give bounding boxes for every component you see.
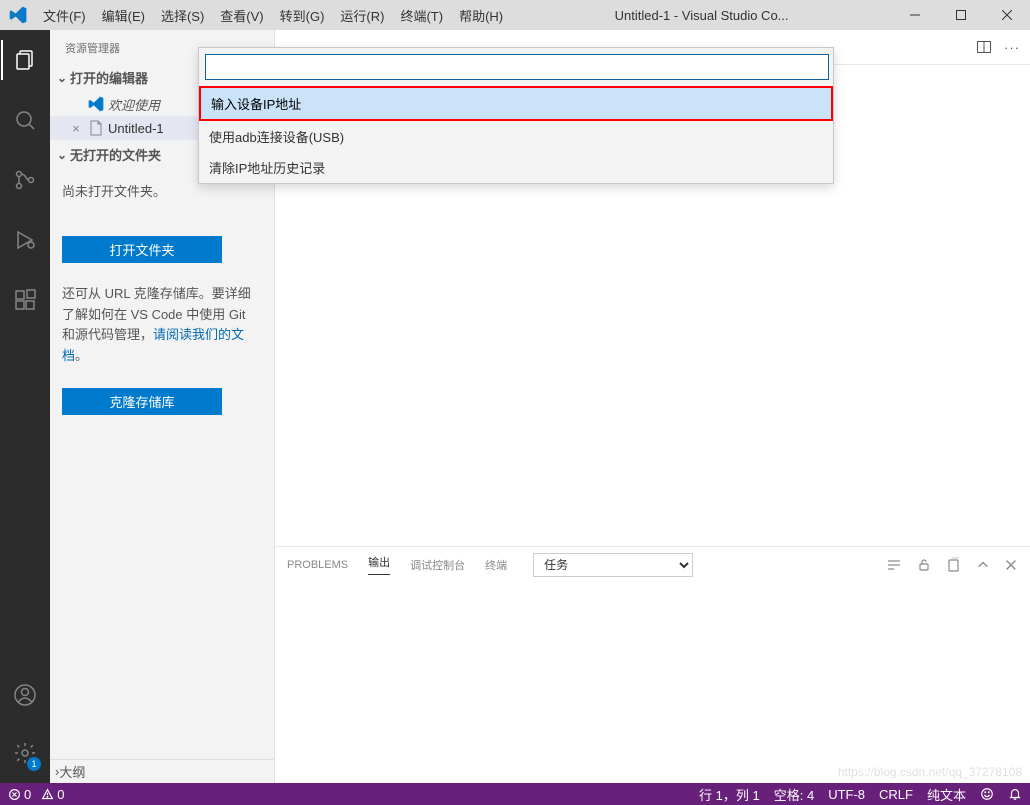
panel-tab-output[interactable]: 输出 — [368, 554, 390, 575]
status-lang[interactable]: 纯文本 — [927, 785, 966, 804]
watermark: https://blog.csdn.net/qq_37278108 — [838, 765, 1022, 779]
open-editors-label: 打开的编辑器 — [70, 68, 148, 87]
bell-icon[interactable] — [1008, 787, 1022, 801]
status-spaces[interactable]: 空格: 4 — [774, 785, 814, 804]
warnings-count: 0 — [57, 787, 64, 802]
close-button[interactable] — [984, 0, 1030, 30]
editor-label: Untitled-1 — [108, 121, 164, 136]
clone-text-post: 。 — [75, 348, 88, 363]
chevron-down-icon: ⌄ — [54, 148, 70, 162]
activity-accounts[interactable] — [1, 675, 49, 715]
lock-icon[interactable] — [916, 557, 932, 573]
palette-list: 输入设备IP地址 使用adb连接设备(USB) 清除IP地址历史记录 — [199, 86, 833, 183]
errors-count: 0 — [24, 787, 31, 802]
activity-explorer[interactable] — [1, 40, 49, 80]
feedback-icon[interactable] — [980, 787, 994, 801]
chevron-up-icon[interactable] — [976, 558, 990, 572]
close-icon[interactable]: × — [68, 121, 84, 136]
output-channel-select[interactable]: 任务 — [533, 553, 693, 577]
more-icon[interactable]: ··· — [1004, 40, 1020, 55]
editor-label: 欢迎使用 — [108, 95, 160, 114]
outline-header[interactable]: › 大纲 — [50, 759, 274, 783]
panel-tabs: PROBLEMS 输出 调试控制台 终端 任务 — [275, 547, 1030, 582]
menu-view[interactable]: 查看(V) — [212, 0, 271, 30]
activity-extensions[interactable] — [1, 280, 49, 320]
palette-input[interactable] — [205, 54, 829, 80]
minimize-button[interactable] — [892, 0, 938, 30]
window-controls — [892, 0, 1030, 30]
status-ln-col[interactable]: 行 1，列 1 — [699, 785, 760, 804]
clear-icon[interactable] — [946, 557, 962, 573]
outline-label: 大纲 — [59, 762, 85, 781]
chevron-down-icon: ⌄ — [54, 71, 70, 85]
palette-item-input-ip[interactable]: 输入设备IP地址 — [199, 86, 833, 121]
panel-tab-debug[interactable]: 调试控制台 — [410, 557, 465, 573]
panel-tab-problems[interactable]: PROBLEMS — [287, 559, 348, 571]
activity-search[interactable] — [1, 100, 49, 140]
vscode-file-icon — [88, 96, 104, 112]
titlebar: 文件(F) 编辑(E) 选择(S) 查看(V) 转到(G) 运行(R) 终端(T… — [0, 0, 1030, 30]
panel-body[interactable]: https://blog.csdn.net/qq_37278108 — [275, 582, 1030, 783]
open-folder-button[interactable]: 打开文件夹 — [62, 236, 222, 263]
palette-item-clear-history[interactable]: 清除IP地址历史记录 — [199, 152, 833, 183]
panel-tab-terminal[interactable]: 终端 — [485, 557, 507, 573]
no-folder-label: 无打开的文件夹 — [70, 145, 161, 164]
close-panel-icon[interactable] — [1004, 558, 1018, 572]
clone-info: 还可从 URL 克隆存储库。要详细了解如何在 VS Code 中使用 Git 和… — [50, 269, 274, 382]
menu-help[interactable]: 帮助(H) — [451, 0, 511, 30]
activitybar: 1 — [0, 30, 50, 783]
no-folder-text: 尚未打开文件夹。 — [62, 182, 262, 203]
menu-edit[interactable]: 编辑(E) — [94, 0, 153, 30]
file-icon — [88, 120, 104, 136]
settings-badge: 1 — [27, 757, 41, 771]
clone-repo-button[interactable]: 克隆存储库 — [62, 388, 222, 415]
menu-selection[interactable]: 选择(S) — [153, 0, 212, 30]
status-errors[interactable]: 0 — [8, 787, 31, 802]
palette-item-adb-usb[interactable]: 使用adb连接设备(USB) — [199, 121, 833, 152]
window-title: Untitled-1 - Visual Studio Co... — [511, 8, 892, 23]
menu-terminal[interactable]: 终端(T) — [392, 0, 451, 30]
maximize-button[interactable] — [938, 0, 984, 30]
activity-settings[interactable]: 1 — [1, 733, 49, 773]
menu-go[interactable]: 转到(G) — [272, 0, 333, 30]
statusbar: 0 0 行 1，列 1 空格: 4 UTF-8 CRLF 纯文本 — [0, 783, 1030, 805]
status-warnings[interactable]: 0 — [41, 787, 64, 802]
status-eol[interactable]: CRLF — [879, 787, 913, 802]
menubar: 文件(F) 编辑(E) 选择(S) 查看(V) 转到(G) 运行(R) 终端(T… — [35, 0, 511, 30]
status-encoding[interactable]: UTF-8 — [828, 787, 865, 802]
activity-scm[interactable] — [1, 160, 49, 200]
activity-run-debug[interactable] — [1, 220, 49, 260]
word-wrap-icon[interactable] — [886, 557, 902, 573]
menu-file[interactable]: 文件(F) — [35, 0, 94, 30]
command-palette: 输入设备IP地址 使用adb连接设备(USB) 清除IP地址历史记录 — [198, 47, 834, 184]
menu-run[interactable]: 运行(R) — [332, 0, 392, 30]
panel: PROBLEMS 输出 调试控制台 终端 任务 https://blog.csd… — [275, 546, 1030, 783]
split-editor-icon[interactable] — [976, 39, 992, 55]
vscode-icon — [0, 6, 35, 24]
